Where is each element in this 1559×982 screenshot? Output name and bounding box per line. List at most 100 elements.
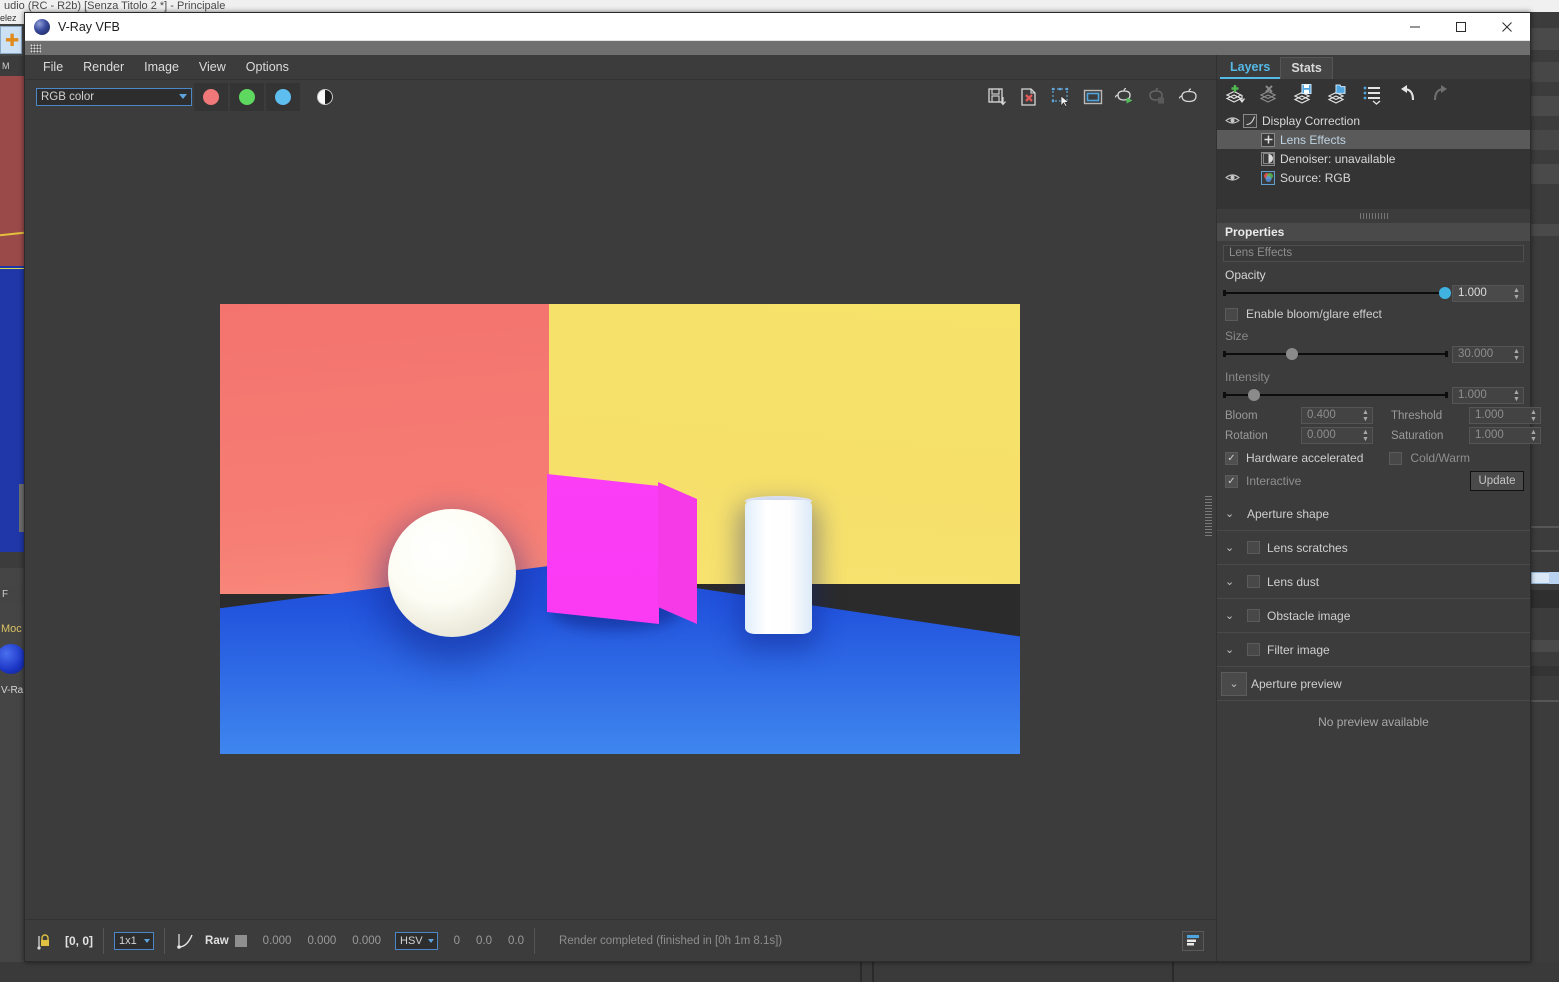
spinner-arrows-icon[interactable]: ▲ ▼ <box>1362 429 1369 443</box>
menu-render[interactable]: Render <box>73 57 134 77</box>
spinner-arrows-icon[interactable]: ▲ ▼ <box>1362 409 1369 423</box>
section-filter-image[interactable]: ⌄ Filter image <box>1217 633 1530 667</box>
spinner-arrows-icon[interactable]: ▲ ▼ <box>1513 389 1520 403</box>
interactive-row[interactable]: ✓ Interactive Update <box>1217 467 1530 493</box>
panel-splitter-handle[interactable] <box>1205 496 1212 538</box>
spinner-arrows-icon[interactable]: ▲ ▼ <box>1530 429 1537 443</box>
tab-layers[interactable]: Layers <box>1220 57 1281 79</box>
red-channel-button[interactable] <box>194 83 228 111</box>
section-lens-dust[interactable]: ⌄ Lens dust <box>1217 565 1530 599</box>
layer-row-source-rgb[interactable]: Source: RGB <box>1217 168 1530 187</box>
redo-button[interactable] <box>1427 81 1455 107</box>
host-right-selected-swatch[interactable] <box>1549 572 1559 584</box>
threshold-value-input[interactable]: 1.000 ▲ ▼ <box>1469 407 1541 424</box>
menu-image[interactable]: Image <box>134 57 189 77</box>
host-left-tab[interactable]: elez <box>0 12 24 24</box>
spinner-arrows-icon[interactable]: ▲ ▼ <box>1513 287 1520 301</box>
lens-scratches-checkbox[interactable] <box>1247 541 1260 554</box>
chevron-down-icon[interactable]: ⌄ <box>1225 507 1247 520</box>
green-channel-button[interactable] <box>230 83 264 111</box>
property-name-field[interactable]: Lens Effects <box>1223 245 1524 262</box>
channel-select[interactable]: RGB color <box>36 88 192 106</box>
chevron-down-icon[interactable]: ⌄ <box>1225 643 1247 656</box>
alpha-channel-button[interactable] <box>308 83 342 111</box>
intensity-slider[interactable] <box>1223 388 1448 402</box>
menu-view[interactable]: View <box>189 57 236 77</box>
intensity-value-input[interactable]: 1.000 ▲ ▼ <box>1452 386 1524 404</box>
saturation-value-input[interactable]: 1.000 ▲ ▼ <box>1469 427 1541 444</box>
render-preview[interactable] <box>220 304 1020 754</box>
enable-bloom-checkbox[interactable] <box>1225 307 1238 321</box>
render-last-button[interactable] <box>1174 83 1204 111</box>
host-viewport-splitter[interactable] <box>0 552 24 568</box>
section-obstacle-image[interactable]: ⌄ Obstacle image <box>1217 599 1530 633</box>
intensity-slider-knob[interactable] <box>1247 389 1260 401</box>
frame-window-button[interactable] <box>1078 83 1108 111</box>
menu-options[interactable]: Options <box>236 57 299 77</box>
close-button[interactable] <box>1484 13 1530 41</box>
menu-file[interactable]: File <box>33 57 73 77</box>
eye-icon[interactable] <box>1221 172 1243 183</box>
layer-row-lens-effects[interactable]: Lens Effects <box>1217 130 1530 149</box>
minimize-button[interactable] <box>1392 13 1438 41</box>
opacity-slider-row[interactable]: 1.000 ▲ ▼ <box>1217 283 1530 303</box>
layer-row-denoiser[interactable]: Denoiser: unavailable <box>1217 149 1530 168</box>
update-button[interactable]: Update <box>1470 471 1524 491</box>
pixel-lock-icon[interactable] <box>37 932 53 950</box>
spinner-arrows-icon[interactable]: ▲ ▼ <box>1513 348 1520 362</box>
vfb-titlebar[interactable]: V-Ray VFB <box>25 13 1530 41</box>
layers-list[interactable]: Display Correction Lens Effects Denoiser… <box>1217 109 1530 209</box>
plus-layer-icon[interactable] <box>1261 132 1275 147</box>
hardware-accel-row[interactable]: ✓ Hardware accelerated Cold/Warm <box>1217 444 1530 467</box>
lens-dust-checkbox[interactable] <box>1247 575 1260 588</box>
chevron-down-icon[interactable]: ⌄ <box>1221 671 1247 696</box>
size-slider[interactable] <box>1223 347 1448 361</box>
color-mode-select[interactable]: HSV <box>395 931 438 950</box>
section-lens-scratches[interactable]: ⌄ Lens scratches <box>1217 531 1530 565</box>
stop-render-button[interactable] <box>1142 83 1172 111</box>
maximize-button[interactable] <box>1438 13 1484 41</box>
interactive-checkbox[interactable]: ✓ <box>1225 474 1238 488</box>
tab-stats[interactable]: Stats <box>1280 57 1333 79</box>
rotation-value-input[interactable]: 0.000 ▲ ▼ <box>1301 427 1373 444</box>
clear-image-button[interactable] <box>1014 83 1044 111</box>
size-slider-knob[interactable] <box>1286 348 1298 360</box>
curve-icon[interactable] <box>177 932 195 950</box>
region-render-button[interactable] <box>1046 83 1076 111</box>
move-tool-icon[interactable]: ✚ <box>0 26 22 54</box>
add-layer-button[interactable] <box>1223 81 1251 107</box>
bloom-value-input[interactable]: 0.400 ▲ ▼ <box>1301 407 1373 424</box>
render-canvas-area[interactable] <box>25 114 1216 919</box>
panel-resize-grip[interactable] <box>1217 209 1530 223</box>
layer-presets-button[interactable] <box>1359 81 1387 107</box>
filter-image-checkbox[interactable] <box>1247 643 1260 656</box>
enable-bloom-row[interactable]: Enable bloom/glare effect <box>1217 303 1530 323</box>
start-render-button[interactable] <box>1110 83 1140 111</box>
size-value-input[interactable]: 30.000 ▲ ▼ <box>1452 345 1524 363</box>
layer-row-display-correction[interactable]: Display Correction <box>1217 111 1530 130</box>
opacity-slider[interactable] <box>1223 286 1451 300</box>
spinner-arrows-icon[interactable]: ▲ ▼ <box>1530 409 1537 423</box>
opacity-slider-knob[interactable] <box>1439 287 1451 299</box>
delete-layer-button[interactable] <box>1257 81 1285 107</box>
save-image-button[interactable] <box>982 83 1012 111</box>
opacity-value-input[interactable]: 1.000 ▲ ▼ <box>1452 284 1524 302</box>
blue-channel-button[interactable] <box>266 83 300 111</box>
zoom-level-select[interactable]: 1x1 <box>114 931 155 950</box>
save-layers-button[interactable] <box>1291 81 1319 107</box>
obstacle-image-checkbox[interactable] <box>1247 609 1260 622</box>
undo-button[interactable] <box>1393 81 1421 107</box>
vfb-toolbar-drag-strip[interactable] <box>25 41 1530 55</box>
section-aperture-preview[interactable]: ⌄ Aperture preview <box>1217 667 1530 701</box>
load-layers-button[interactable] <box>1325 81 1353 107</box>
history-panel-icon[interactable] <box>1182 930 1204 951</box>
chevron-down-icon[interactable]: ⌄ <box>1225 575 1247 588</box>
eye-icon[interactable] <box>1221 115 1243 126</box>
intensity-slider-row[interactable]: 1.000 ▲ ▼ <box>1217 385 1530 405</box>
hardware-accel-checkbox[interactable]: ✓ <box>1225 451 1238 465</box>
section-aperture-shape[interactable]: ⌄ Aperture shape <box>1217 497 1530 531</box>
cold-warm-checkbox[interactable] <box>1389 451 1403 465</box>
size-slider-row[interactable]: 30.000 ▲ ▼ <box>1217 344 1530 364</box>
chevron-down-icon[interactable]: ⌄ <box>1225 541 1247 554</box>
chevron-down-icon[interactable]: ⌄ <box>1225 609 1247 622</box>
